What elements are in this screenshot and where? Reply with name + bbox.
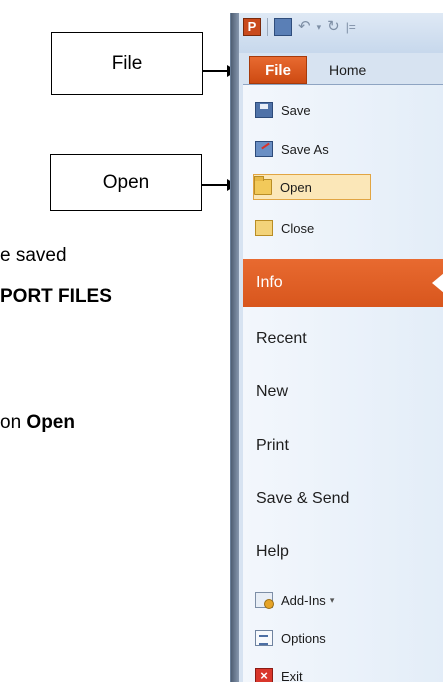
exit-icon: × <box>255 668 273 682</box>
redo-icon[interactable]: ↻ <box>327 18 340 36</box>
document-text-open-bold: Open <box>26 412 75 433</box>
powerpoint-app-icon[interactable]: P <box>243 18 261 36</box>
callout-open: Open <box>50 154 202 211</box>
add-ins-command-label: Add-Ins <box>281 592 326 608</box>
document-text-line-3: on Open <box>0 412 75 433</box>
close-command[interactable]: Close <box>255 215 365 241</box>
tab-file[interactable]: File <box>249 56 307 84</box>
save-command[interactable]: Save <box>255 97 365 123</box>
save-icon <box>255 102 273 118</box>
exit-command-label: Exit <box>281 668 303 682</box>
add-ins-icon <box>255 592 274 609</box>
add-ins-command[interactable]: Add-Ins ▾ <box>255 587 385 613</box>
callout-file: File <box>51 32 203 95</box>
save-icon[interactable] <box>274 18 292 36</box>
nav-item-info[interactable]: Info <box>243 259 443 307</box>
backstage-menu: Save Save As Open Close Info Recent New … <box>243 84 443 682</box>
undo-icon[interactable]: ↶ <box>298 18 311 36</box>
undo-dropdown-icon[interactable]: ▾ <box>317 18 322 36</box>
nav-item-new[interactable]: New <box>256 383 288 401</box>
nav-item-print[interactable]: Print <box>256 437 289 455</box>
nav-item-save-send[interactable]: Save & Send <box>256 490 349 508</box>
close-command-label: Close <box>281 220 315 236</box>
customize-icon[interactable]: |= <box>346 18 356 36</box>
nav-item-help[interactable]: Help <box>256 543 289 561</box>
save-as-command-label: Save As <box>281 141 329 157</box>
toolbar-separator <box>267 18 268 36</box>
options-command-label: Options <box>281 630 326 646</box>
exit-command[interactable]: × Exit <box>255 663 365 682</box>
open-folder-icon <box>254 176 272 195</box>
active-indicator-notch <box>432 273 443 293</box>
options-icon <box>255 630 273 646</box>
nav-item-info-label: Info <box>256 274 283 291</box>
nav-item-recent[interactable]: Recent <box>256 330 307 348</box>
document-text-line-1: e saved <box>0 245 67 266</box>
open-command-label: Open <box>280 179 312 195</box>
tab-home[interactable]: Home <box>329 56 366 84</box>
save-command-label: Save <box>281 102 311 118</box>
document-text-line-2: PORT FILES <box>0 286 112 307</box>
save-as-icon <box>255 141 273 157</box>
open-command[interactable]: Open <box>253 174 371 200</box>
close-folder-icon <box>255 220 273 236</box>
chevron-down-icon: ▾ <box>329 594 335 605</box>
save-as-command[interactable]: Save As <box>255 136 365 162</box>
options-command[interactable]: Options <box>255 625 365 651</box>
window-edge <box>231 13 239 682</box>
powerpoint-window: P ↶ ▾ ↻ |= File Home Save Save As Open C… <box>230 13 443 682</box>
quick-access-toolbar: P ↶ ▾ ↻ |= <box>243 16 356 38</box>
